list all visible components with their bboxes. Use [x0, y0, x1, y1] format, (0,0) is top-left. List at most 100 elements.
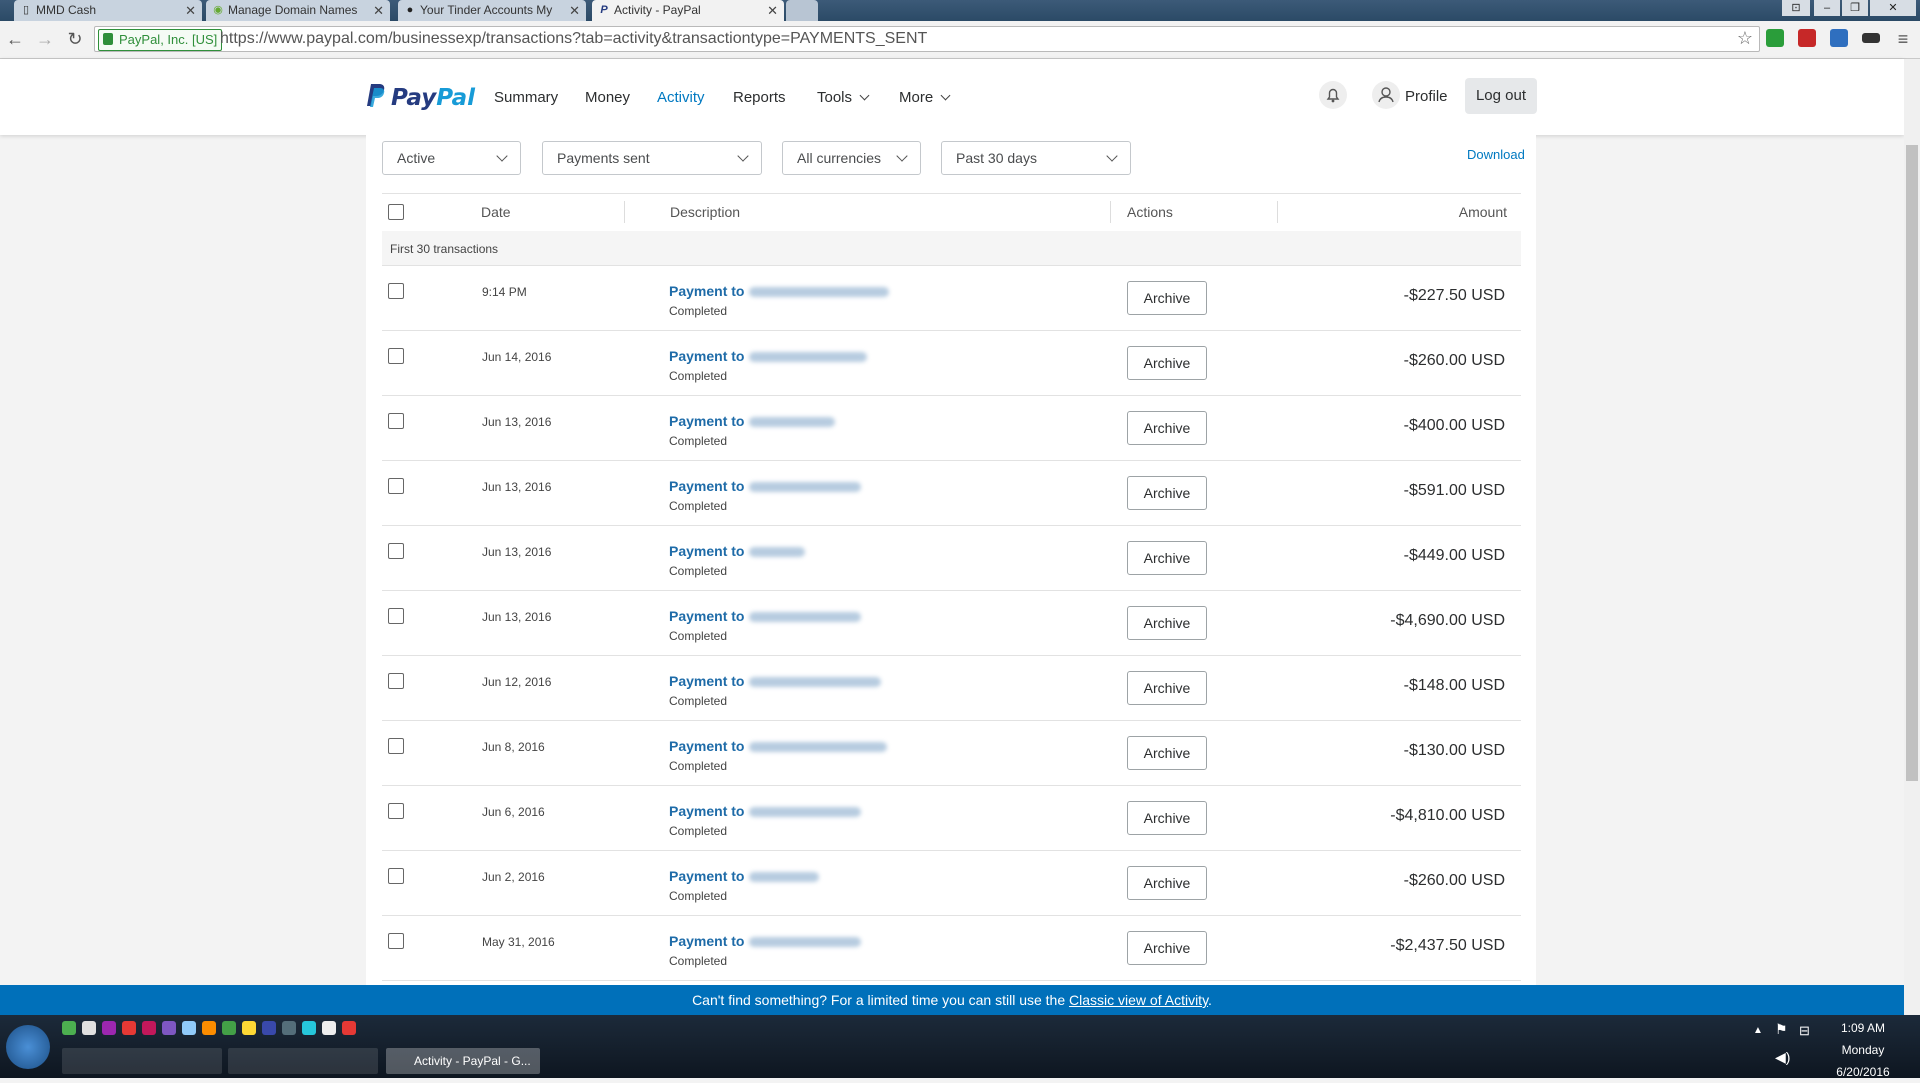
quicklaunch-icon[interactable] — [342, 1021, 356, 1035]
archive-button[interactable]: Archive — [1127, 541, 1207, 575]
archive-button[interactable]: Archive — [1127, 606, 1207, 640]
row-checkbox[interactable] — [388, 543, 404, 559]
transaction-row[interactable]: Jun 6, 2016 Payment to Completed Archive -$4… — [382, 786, 1521, 851]
date-range-select[interactable]: Past 30 days — [941, 141, 1131, 175]
row-checkbox[interactable] — [388, 348, 404, 364]
download-link[interactable]: Download — [1467, 147, 1525, 162]
row-checkbox[interactable] — [388, 738, 404, 754]
transaction-row[interactable]: Jun 13, 2016 Payment to Completed Archive -$… — [382, 396, 1521, 461]
taskbar-window-chrome[interactable]: Activity - PayPal - G... — [386, 1048, 540, 1074]
logout-button[interactable]: Log out — [1465, 78, 1537, 114]
network-icon[interactable]: ⊟ — [1799, 1023, 1810, 1039]
quicklaunch-icon[interactable] — [302, 1021, 316, 1035]
forward-icon[interactable]: → — [34, 28, 56, 50]
transaction-row[interactable]: Jun 14, 2016 Payment to Completed Archive -$… — [382, 331, 1521, 396]
nav-reports[interactable]: Reports — [733, 89, 786, 106]
select-all-checkbox[interactable] — [388, 204, 404, 220]
transaction-row[interactable]: Jun 13, 2016 Payment to Completed Archive -$… — [382, 591, 1521, 656]
quicklaunch-icon[interactable] — [322, 1021, 336, 1035]
transaction-description-link[interactable]: Payment to — [669, 608, 862, 624]
minimize-icon[interactable]: – — [1814, 0, 1840, 16]
transaction-row[interactable]: Jun 2, 2016 Payment to Completed Archive -$2… — [382, 851, 1521, 916]
taskbar-window-button[interactable] — [228, 1048, 378, 1074]
row-checkbox[interactable] — [388, 868, 404, 884]
row-checkbox[interactable] — [388, 933, 404, 949]
quicklaunch-icon[interactable] — [182, 1021, 196, 1035]
notifications-bell-icon[interactable] — [1319, 81, 1347, 109]
action-center-flag-icon[interactable]: ⚑ — [1775, 1021, 1788, 1038]
column-header-date[interactable]: Date — [481, 204, 511, 220]
close-tab-icon[interactable]: ✕ — [373, 0, 384, 21]
transaction-row[interactable]: Jun 13, 2016 Payment to Completed Archive -$… — [382, 526, 1521, 591]
browser-tab[interactable]: ▯ MMD Cash ✕ — [14, 0, 202, 21]
reload-icon[interactable]: ↻ — [64, 28, 86, 50]
classic-view-link[interactable]: Classic view of Activity — [1069, 992, 1208, 1008]
browser-tab[interactable]: ● Your Tinder Accounts My ✕ — [398, 0, 586, 21]
nav-tools[interactable]: Tools — [817, 89, 870, 106]
extension-icon[interactable] — [1830, 29, 1848, 47]
scrollbar-thumb[interactable] — [1906, 145, 1918, 781]
window-close-icon[interactable]: ✕ — [1870, 0, 1916, 16]
extension-icon[interactable] — [1766, 29, 1784, 47]
archive-button[interactable]: Archive — [1127, 931, 1207, 965]
taskbar-window-button[interactable] — [62, 1048, 222, 1074]
nav-more[interactable]: More — [899, 89, 951, 106]
archive-button[interactable]: Archive — [1127, 476, 1207, 510]
transaction-description-link[interactable]: Payment to — [669, 348, 868, 364]
start-button-icon[interactable] — [6, 1025, 50, 1069]
transaction-description-link[interactable]: Payment to — [669, 673, 882, 689]
browser-tab[interactable]: ◉ Manage Domain Names ✕ — [206, 0, 390, 21]
archive-button[interactable]: Archive — [1127, 866, 1207, 900]
quicklaunch-icon[interactable] — [262, 1021, 276, 1035]
transaction-description-link[interactable]: Payment to — [669, 738, 888, 754]
close-tab-icon[interactable]: ✕ — [569, 0, 580, 21]
page-scrollbar[interactable] — [1904, 59, 1920, 1015]
quicklaunch-icon[interactable] — [142, 1021, 156, 1035]
transaction-row[interactable]: Jun 8, 2016 Payment to Completed Archive -$1… — [382, 721, 1521, 786]
quicklaunch-icon[interactable] — [82, 1021, 96, 1035]
currency-filter-select[interactable]: All currencies — [782, 141, 921, 175]
back-icon[interactable]: ← — [4, 28, 26, 50]
url-text[interactable]: https://www.paypal.com/businessexp/trans… — [220, 27, 927, 51]
row-checkbox[interactable] — [388, 673, 404, 689]
transaction-description-link[interactable]: Payment to — [669, 803, 862, 819]
user-profile-icon[interactable]: ⊡ — [1782, 0, 1810, 16]
transaction-description-link[interactable]: Payment to — [669, 868, 820, 884]
system-clock[interactable]: 1:09 AM Monday 6/20/2016 — [1814, 1017, 1912, 1083]
quicklaunch-icon[interactable] — [162, 1021, 176, 1035]
transaction-description-link[interactable]: Payment to — [669, 283, 890, 299]
archive-button[interactable]: Archive — [1127, 346, 1207, 380]
transaction-row[interactable]: Jun 13, 2016 Payment to Completed Archive -$… — [382, 461, 1521, 526]
restore-icon[interactable]: ❐ — [1842, 0, 1868, 16]
quicklaunch-icon[interactable] — [102, 1021, 116, 1035]
nav-activity[interactable]: Activity — [657, 89, 705, 106]
transaction-description-link[interactable]: Payment to — [669, 933, 862, 949]
row-checkbox[interactable] — [388, 478, 404, 494]
transaction-description-link[interactable]: Payment to — [669, 478, 862, 494]
quicklaunch-icon[interactable] — [62, 1021, 76, 1035]
browser-tab-active[interactable]: P Activity - PayPal ✕ — [592, 0, 784, 21]
quicklaunch-icon[interactable] — [222, 1021, 236, 1035]
show-hidden-icons-icon[interactable]: ▲ — [1753, 1025, 1763, 1036]
transaction-description-link[interactable]: Payment to — [669, 543, 806, 559]
transaction-description-link[interactable]: Payment to — [669, 413, 836, 429]
close-tab-icon[interactable]: ✕ — [185, 0, 196, 21]
status-filter-select[interactable]: Active — [382, 141, 521, 175]
quicklaunch-icon[interactable] — [202, 1021, 216, 1035]
archive-button[interactable]: Archive — [1127, 671, 1207, 705]
nav-summary[interactable]: Summary — [494, 89, 558, 106]
address-bar[interactable]: PayPal, Inc. [US] https://www.paypal.com… — [94, 26, 1760, 52]
chrome-menu-icon[interactable]: ≡ — [1892, 28, 1914, 50]
adblock-extension-icon[interactable] — [1798, 29, 1816, 47]
transaction-row[interactable]: May 31, 2016 Payment to Completed Archive -$… — [382, 916, 1521, 981]
transaction-row[interactable]: 9:14 PM Payment to Completed Archive -$227.5… — [382, 266, 1521, 331]
profile-icon[interactable] — [1372, 81, 1400, 109]
row-checkbox[interactable] — [388, 803, 404, 819]
quicklaunch-icon[interactable] — [122, 1021, 136, 1035]
close-tab-icon[interactable]: ✕ — [767, 0, 778, 21]
incognito-extension-icon[interactable] — [1862, 33, 1880, 43]
archive-button[interactable]: Archive — [1127, 736, 1207, 770]
nav-money[interactable]: Money — [585, 89, 630, 106]
quicklaunch-icon[interactable] — [242, 1021, 256, 1035]
archive-button[interactable]: Archive — [1127, 281, 1207, 315]
